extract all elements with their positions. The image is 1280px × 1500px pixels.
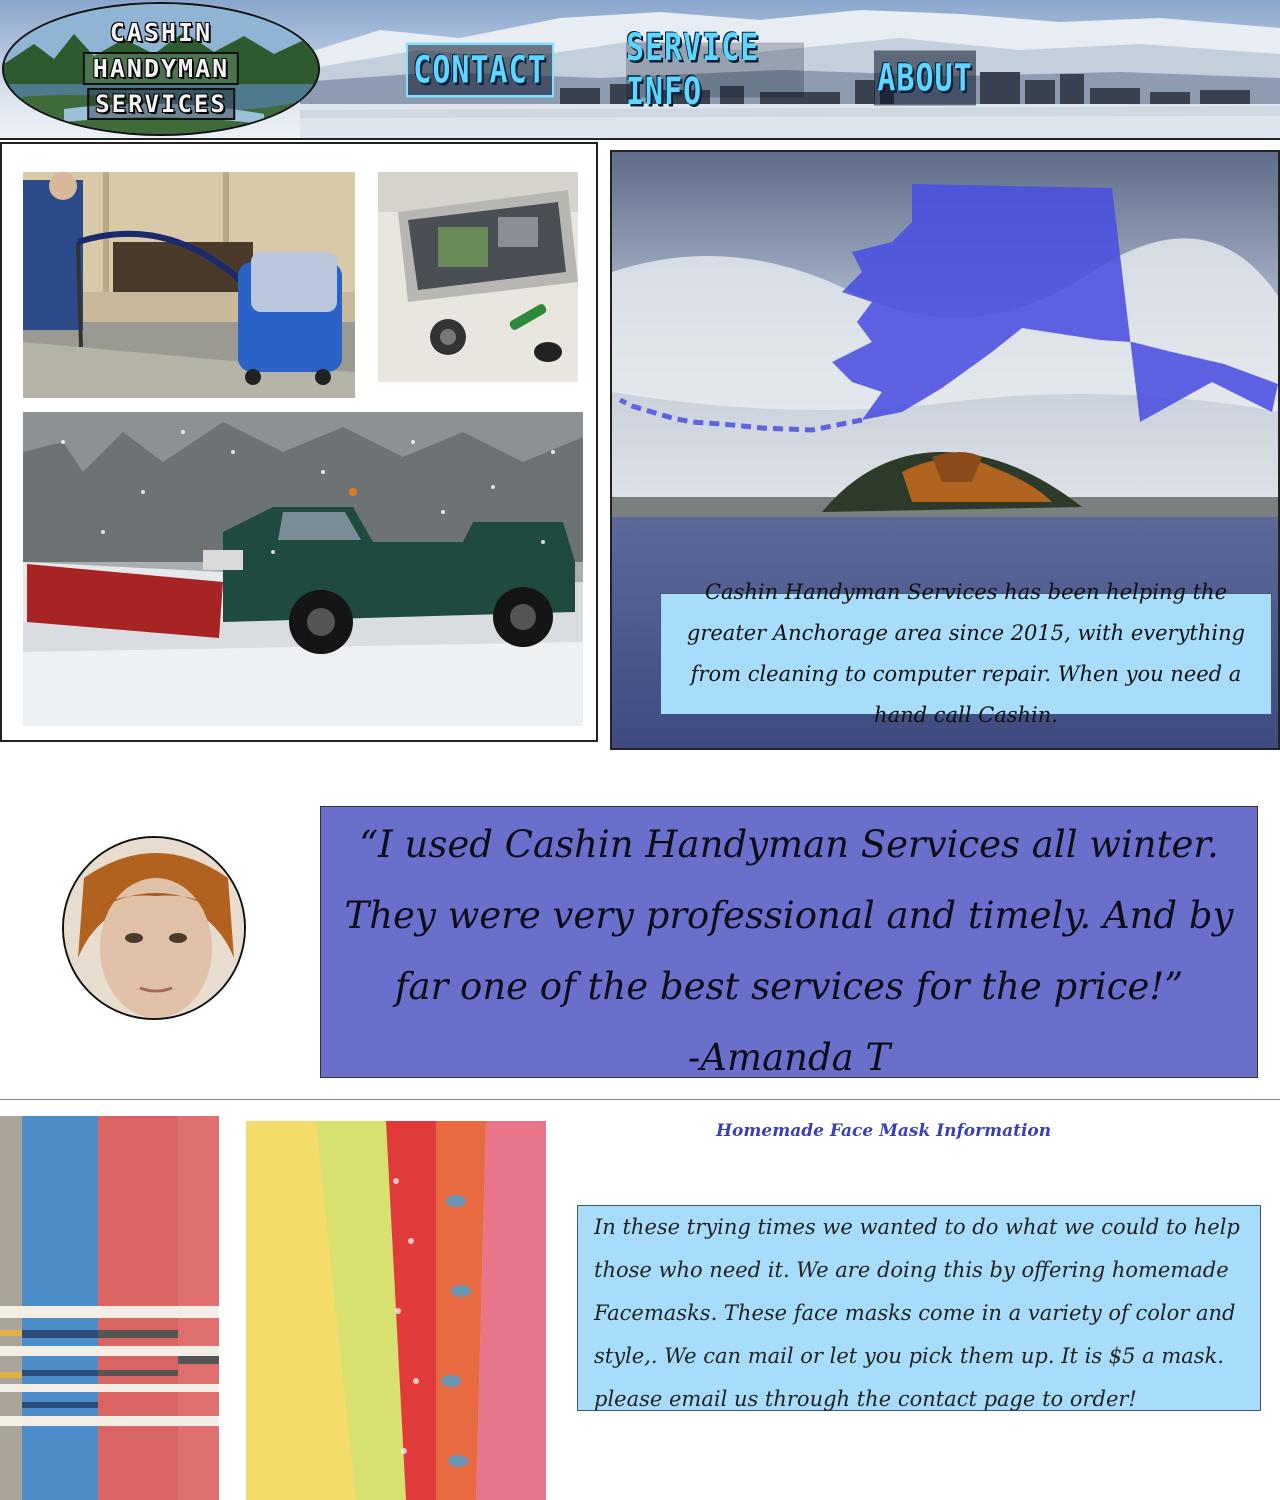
logo-text-line-1: CASHIN [109, 18, 213, 47]
section-divider [0, 1099, 1280, 1100]
carpet-cleaning-photo [23, 172, 355, 398]
site-header: CASHIN HANDYMAN SERVICES CONTACT SERVICE… [0, 0, 1280, 140]
snow-plow-truck-photo [23, 412, 583, 726]
testimonial-quote: “I used Cashin Handyman Services all win… [344, 823, 1234, 1008]
logo-text-line-3: SERVICES [87, 88, 235, 120]
services-photo-collage [0, 142, 598, 742]
face-mask-info: In these trying times we wanted to do wh… [577, 1205, 1261, 1411]
computer-repair-photo [378, 172, 578, 382]
face-mask-heading: Homemade Face Mask Information [716, 1121, 1052, 1141]
testimonial-author: -Amanda T [687, 1036, 891, 1079]
striped-fabric-photo [0, 1116, 219, 1500]
testimonial-avatar [62, 836, 246, 1020]
patterned-fabric-photo [246, 1121, 546, 1500]
nav-about-button[interactable]: ABOUT [874, 50, 976, 106]
site-logo[interactable]: CASHIN HANDYMAN SERVICES [2, 2, 320, 136]
nav-contact-button[interactable]: CONTACT [406, 42, 554, 98]
about-blurb: Cashin Handyman Services has been helpin… [660, 580, 1272, 727]
logo-text-line-2: HANDYMAN [82, 52, 240, 85]
nav-service-info-button[interactable]: SERVICE INFO [626, 26, 804, 114]
testimonial-quote-box: “I used Cashin Handyman Services all win… [320, 806, 1258, 1079]
